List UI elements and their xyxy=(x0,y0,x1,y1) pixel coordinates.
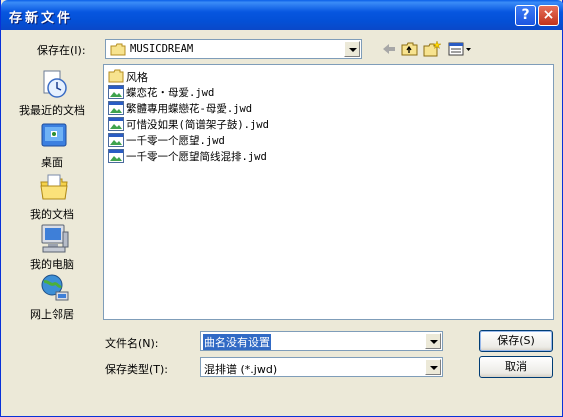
place-my-computer[interactable]: 我的电脑 xyxy=(7,222,97,272)
my-documents-icon xyxy=(40,174,68,200)
save-in-value: MUSICDREAM xyxy=(130,43,194,55)
help-button[interactable]: ? xyxy=(515,5,536,26)
save-dialog: 存新文件 ? × 保存在(I): MUSICDREAM 我最近的文档 桌面 我的… xyxy=(0,0,563,417)
desktop-icon xyxy=(41,123,67,147)
place-label-network: 网上邻居 xyxy=(30,308,74,321)
up-folder-icon[interactable] xyxy=(401,40,419,58)
place-label-desktop: 桌面 xyxy=(41,156,63,169)
filename-input[interactable]: 曲名没有设置 xyxy=(200,331,443,351)
filetype-label: 保存类型(T): xyxy=(105,363,169,376)
save-in-dropdown[interactable]: MUSICDREAM xyxy=(105,39,362,59)
jwd-file-icon xyxy=(108,149,124,163)
chevron-down-icon[interactable] xyxy=(425,359,441,375)
place-recent[interactable]: 我最近的文档 xyxy=(7,68,97,118)
filetype-value: 混排谱 (*.jwd) xyxy=(204,363,278,376)
place-my-documents[interactable]: 我的文档 xyxy=(7,172,97,222)
close-button[interactable]: × xyxy=(538,5,559,26)
back-icon[interactable] xyxy=(380,40,398,58)
jwd-file-icon xyxy=(108,117,124,131)
place-desktop[interactable]: 桌面 xyxy=(7,120,97,170)
place-label-my-computer: 我的电脑 xyxy=(30,258,74,271)
place-label-my-documents: 我的文档 xyxy=(30,208,74,221)
file-name: 繁體專用蝶戀花-母愛.jwd xyxy=(126,103,253,115)
recent-documents-icon xyxy=(43,70,67,98)
save-button[interactable]: 保存(S) xyxy=(479,330,553,352)
file-name: 一千零一个愿望.jwd xyxy=(126,135,225,147)
file-name: 蝶恋花・母爱.jwd xyxy=(126,87,215,99)
view-menu-icon[interactable] xyxy=(447,40,473,58)
filename-value: 曲名没有设置 xyxy=(203,334,271,350)
place-label-recent: 我最近的文档 xyxy=(19,104,85,117)
jwd-file-icon xyxy=(108,101,124,115)
save-in-label: 保存在(I): xyxy=(37,44,86,57)
network-places-icon xyxy=(41,274,69,301)
chevron-down-icon[interactable] xyxy=(344,41,360,57)
new-folder-icon[interactable] xyxy=(423,40,441,58)
my-computer-icon xyxy=(41,224,69,253)
place-network[interactable]: 网上邻居 xyxy=(7,272,97,322)
places-bar: 我最近的文档 桌面 我的文档 我的电脑 网上邻居 xyxy=(7,62,97,326)
jwd-file-icon xyxy=(108,85,124,99)
window-title: 存新文件 xyxy=(9,11,74,26)
cancel-button[interactable]: 取消 xyxy=(479,356,553,378)
file-list[interactable]: 风格 蝶恋花・母爱.jwd 繁體專用蝶戀花-母愛.jwd 可惜没如果(简谱架子鼓… xyxy=(103,64,554,320)
folder-icon xyxy=(108,69,124,83)
jwd-file-icon xyxy=(108,133,124,147)
file-name: 风格 xyxy=(126,71,148,84)
file-name: 一千零一个愿望简线混排.jwd xyxy=(126,151,267,163)
file-name: 可惜没如果(简谱架子鼓).jwd xyxy=(126,119,269,131)
title-bar[interactable]: 存新文件 ? × xyxy=(1,0,563,30)
filetype-dropdown[interactable]: 混排谱 (*.jwd) xyxy=(200,357,443,377)
folder-icon xyxy=(110,43,126,56)
filename-label: 文件名(N): xyxy=(105,337,159,350)
chevron-down-icon[interactable] xyxy=(425,333,441,349)
